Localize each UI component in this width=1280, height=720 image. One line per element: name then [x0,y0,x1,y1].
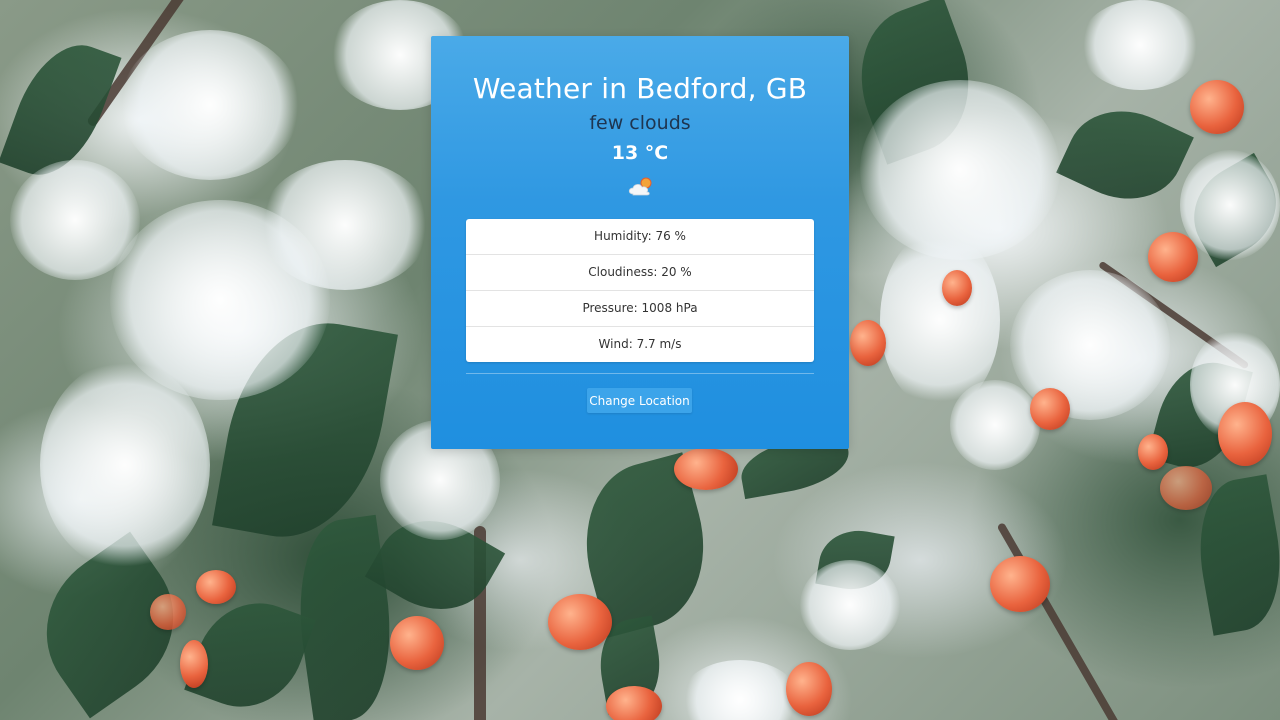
berry [548,594,612,650]
snow-clump [1080,0,1200,90]
berry [942,270,972,306]
berry [850,320,886,366]
berry [674,448,738,490]
berry [786,662,832,716]
berry [1138,434,1168,470]
berry [390,616,444,670]
berry [1030,388,1070,430]
berry [606,686,662,720]
humidity-row: Humidity: 76 % [466,219,814,255]
wind-row: Wind: 7.7 m/s [598,337,682,351]
berry [1160,466,1212,510]
change-location-button[interactable]: Change Location [587,388,692,413]
snow-clump [860,80,1060,260]
berry [196,570,236,604]
berry [150,594,186,630]
weather-condition: few clouds [589,112,691,134]
snow-clump [680,660,800,720]
cloudiness-row: Cloudiness: 20 % [466,255,814,291]
snow-clump [950,380,1040,470]
branch [996,522,1124,720]
snow-clump [260,160,430,290]
snow-clump [120,30,300,180]
berry [1218,402,1272,466]
berry [990,556,1050,612]
weather-details-list: Humidity: 76 % Cloudiness: 20 % Pressure… [466,219,814,362]
berry [180,640,208,688]
pressure-row: Pressure: 1008 hPa [466,291,814,327]
temperature-value: 13 °C [611,142,669,164]
berry [1190,80,1244,134]
snow-clump [1180,150,1280,260]
page-title: Weather in Bedford, GB [472,72,808,105]
divider [466,373,814,374]
leaf [1056,90,1194,220]
berry [1148,232,1198,282]
snow-clump [800,560,900,650]
snow-clump [40,360,210,570]
few-clouds-icon [628,177,652,196]
weather-card: Weather in Bedford, GB few clouds 13 °C … [431,36,849,449]
